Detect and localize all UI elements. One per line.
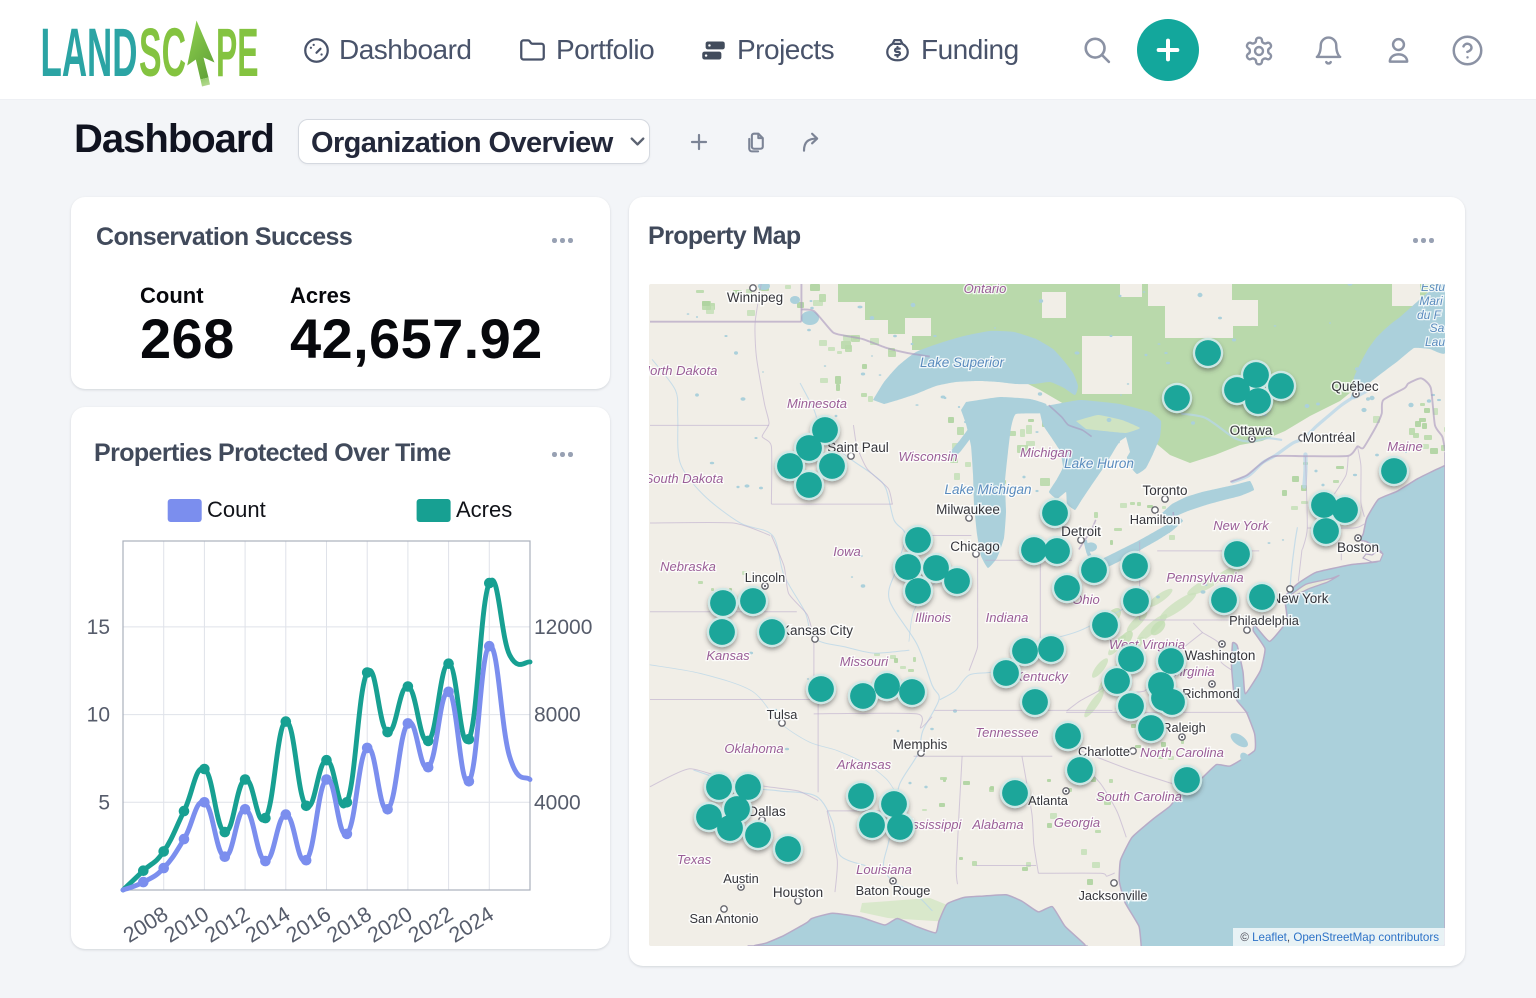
svg-text:Lake Michigan: Lake Michigan — [944, 482, 1031, 497]
svg-text:Tennessee: Tennessee — [975, 725, 1038, 740]
svg-text:Philadelphia: Philadelphia — [1229, 613, 1300, 628]
svg-text:8000: 8000 — [534, 704, 581, 727]
svg-text:Hamilton: Hamilton — [1130, 512, 1181, 527]
svg-text:Louisiana: Louisiana — [856, 862, 912, 877]
svg-text:Alabama: Alabama — [971, 817, 1023, 832]
svg-text:PE: PE — [216, 15, 259, 90]
svg-text:Missouri: Missouri — [840, 654, 890, 669]
svg-text:Sa: Sa — [1430, 321, 1445, 335]
svg-text:Detroit: Detroit — [1061, 524, 1101, 539]
svg-text:New York: New York — [1271, 591, 1328, 606]
svg-text:Kansas City: Kansas City — [781, 623, 853, 638]
svg-text:Houston: Houston — [773, 885, 823, 900]
svg-text:Toronto: Toronto — [1142, 483, 1187, 498]
svg-text:Dallas: Dallas — [748, 804, 786, 819]
svg-text:LAND: LAND — [41, 15, 138, 90]
svg-text:Raleigh: Raleigh — [1162, 720, 1205, 735]
svg-text:Kansas: Kansas — [706, 648, 750, 663]
svg-text:South Carolina: South Carolina — [1096, 789, 1182, 804]
svg-text:New York: New York — [1213, 518, 1270, 533]
svg-text:4000: 4000 — [534, 791, 581, 814]
svg-text:North Dakota: North Dakota — [649, 363, 717, 378]
svg-text:Baton Rouge: Baton Rouge — [856, 883, 931, 898]
svg-text:Ottawa: Ottawa — [1230, 423, 1273, 438]
svg-text:SC: SC — [139, 15, 186, 90]
svg-text:Arkansas: Arkansas — [836, 757, 892, 772]
svg-text:© Leaflet, OpenStreetMap contr: © Leaflet, OpenStreetMap contributors — [1240, 931, 1439, 944]
svg-text:Winnipeg: Winnipeg — [727, 290, 783, 305]
svg-text:Chicago: Chicago — [950, 539, 1000, 554]
svg-text:Pennsylvania: Pennsylvania — [1166, 570, 1243, 585]
svg-text:10: 10 — [87, 704, 110, 727]
svg-text:Indiana: Indiana — [986, 610, 1029, 625]
svg-text:Estu: Estu — [1421, 284, 1445, 294]
svg-text:Boston: Boston — [1337, 540, 1379, 555]
svg-text:Atlanta: Atlanta — [1028, 793, 1069, 808]
svg-text:Tulsa: Tulsa — [767, 707, 799, 722]
svg-text:South Dakota: South Dakota — [649, 471, 723, 486]
svg-text:Count: Count — [207, 497, 266, 522]
svg-text:Acres: Acres — [456, 497, 512, 522]
svg-text:Richmond: Richmond — [1182, 686, 1240, 701]
svg-text:San Antonio: San Antonio — [689, 911, 758, 926]
svg-text:Illinois: Illinois — [915, 610, 952, 625]
svg-text:Wisconsin: Wisconsin — [898, 449, 957, 464]
svg-text:12000: 12000 — [534, 616, 592, 639]
svg-text:Lau: Lau — [1425, 335, 1445, 349]
svg-text:Jacksonville: Jacksonville — [1079, 888, 1148, 903]
svg-text:North Carolina: North Carolina — [1140, 745, 1224, 760]
svg-text:du F: du F — [1417, 308, 1442, 322]
svg-text:Nebraska: Nebraska — [660, 559, 716, 574]
svg-text:Austin: Austin — [723, 871, 759, 886]
svg-text:Oklahoma: Oklahoma — [724, 741, 783, 756]
svg-text:Montréal: Montréal — [1303, 430, 1356, 445]
svg-text:Lake Huron: Lake Huron — [1064, 456, 1134, 471]
svg-text:Kentucky: Kentucky — [1014, 669, 1069, 684]
svg-text:Memphis: Memphis — [893, 737, 948, 752]
svg-text:Georgia: Georgia — [1054, 815, 1100, 830]
svg-text:Maine: Maine — [1387, 439, 1422, 454]
svg-text:Lake Superior: Lake Superior — [920, 355, 1005, 370]
svg-text:2024: 2024 — [445, 902, 498, 948]
svg-text:Lincoln: Lincoln — [745, 570, 786, 585]
svg-text:Texas: Texas — [677, 852, 712, 867]
svg-text:Minnesota: Minnesota — [787, 396, 847, 411]
svg-text:Mari: Mari — [1419, 294, 1443, 308]
svg-text:15: 15 — [87, 616, 110, 639]
svg-text:5: 5 — [98, 791, 110, 814]
svg-text:Iowa: Iowa — [833, 544, 860, 559]
svg-text:Québec: Québec — [1331, 379, 1379, 394]
svg-text:Ontario: Ontario — [964, 284, 1007, 296]
svg-text:Milwaukee: Milwaukee — [936, 502, 1000, 517]
svg-text:Washington: Washington — [1185, 648, 1256, 663]
